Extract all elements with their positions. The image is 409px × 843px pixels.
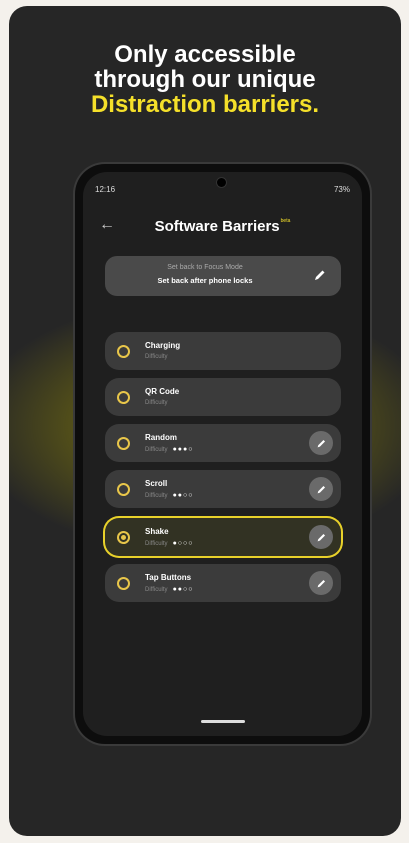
difficulty-label: Difficulty bbox=[145, 354, 168, 360]
phone-frame: 12:16 73% ← Software Barriersbeta Set ba… bbox=[75, 164, 370, 744]
barrier-row[interactable]: Scroll Difficulty ●●○○ bbox=[105, 470, 341, 508]
difficulty-label: Difficulty bbox=[145, 586, 168, 593]
set-back-line-1: Set back to Focus Mode bbox=[167, 264, 243, 271]
barrier-row[interactable]: Charging Difficulty bbox=[105, 332, 341, 370]
difficulty-label: Difficulty bbox=[145, 540, 168, 547]
barrier-row[interactable]: Random Difficulty ●●●○ bbox=[105, 424, 341, 462]
edit-pencil-icon[interactable] bbox=[309, 477, 333, 501]
barrier-row[interactable]: QR Code Difficulty bbox=[105, 378, 341, 416]
radio-selected-dot bbox=[121, 535, 126, 540]
edit-pencil-icon[interactable] bbox=[309, 431, 333, 455]
barrier-row[interactable]: Tap Buttons Difficulty ●●○○ bbox=[105, 564, 341, 602]
barrier-difficulty: Difficulty ●●○○ bbox=[145, 586, 193, 593]
radio-button[interactable] bbox=[117, 391, 130, 404]
barrier-difficulty: Difficulty ●●○○ bbox=[145, 492, 193, 499]
barrier-difficulty: Difficulty bbox=[145, 400, 168, 406]
radio-button[interactable] bbox=[117, 577, 130, 590]
camera-icon bbox=[217, 178, 226, 187]
barrier-difficulty: Difficulty bbox=[145, 354, 168, 360]
home-indicator bbox=[201, 720, 245, 723]
radio-button[interactable] bbox=[117, 345, 130, 358]
barrier-difficulty: Difficulty ●●●○ bbox=[145, 446, 193, 453]
radio-button[interactable] bbox=[117, 483, 130, 496]
radio-button[interactable] bbox=[117, 437, 130, 450]
difficulty-dots: ●●●○ bbox=[172, 446, 194, 453]
barrier-name: Charging bbox=[145, 341, 181, 350]
difficulty-dots: ●●○○ bbox=[172, 586, 194, 593]
pencil-icon[interactable] bbox=[313, 268, 327, 287]
difficulty-label: Difficulty bbox=[145, 492, 168, 499]
headline-line-2: through our unique bbox=[94, 66, 316, 93]
headline-line-1: Only accessible bbox=[114, 41, 296, 68]
barrier-difficulty: Difficulty ●○○○ bbox=[145, 540, 193, 547]
status-time: 12:16 bbox=[95, 184, 116, 194]
headline-line-3: Distraction barriers. bbox=[90, 91, 320, 118]
barrier-name: QR Code bbox=[145, 387, 180, 396]
difficulty-label: Difficulty bbox=[145, 446, 168, 453]
difficulty-label: Difficulty bbox=[145, 400, 168, 406]
difficulty-dots: ●●○○ bbox=[172, 492, 194, 499]
barrier-row[interactable]: Shake Difficulty ●○○○ bbox=[105, 518, 341, 556]
page-title: Software Barriersbeta bbox=[83, 218, 362, 235]
edit-pencil-icon[interactable] bbox=[309, 571, 333, 595]
status-battery: 73% bbox=[333, 184, 350, 194]
barrier-name: Scroll bbox=[145, 479, 168, 488]
set-back-line-2: Set back after phone locks bbox=[157, 276, 253, 285]
barrier-name: Tap Buttons bbox=[145, 573, 192, 582]
headline: Only accessible through our unique Distr… bbox=[9, 42, 401, 117]
difficulty-dots: ●○○○ bbox=[172, 540, 194, 547]
beta-badge: beta bbox=[280, 218, 291, 224]
barrier-name: Shake bbox=[145, 527, 169, 536]
phone-screen: 12:16 73% ← Software Barriersbeta Set ba… bbox=[83, 172, 362, 736]
edit-pencil-icon[interactable] bbox=[309, 525, 333, 549]
promo-card: Only accessible through our unique Distr… bbox=[9, 6, 401, 836]
barrier-name: Random bbox=[145, 433, 177, 442]
set-back-option[interactable]: Set back to Focus Mode Set back after ph… bbox=[105, 256, 341, 296]
radio-button[interactable] bbox=[117, 531, 130, 544]
app-bar: ← Software Barriersbeta bbox=[83, 212, 362, 242]
page-title-text: Software Barriers bbox=[154, 218, 280, 235]
